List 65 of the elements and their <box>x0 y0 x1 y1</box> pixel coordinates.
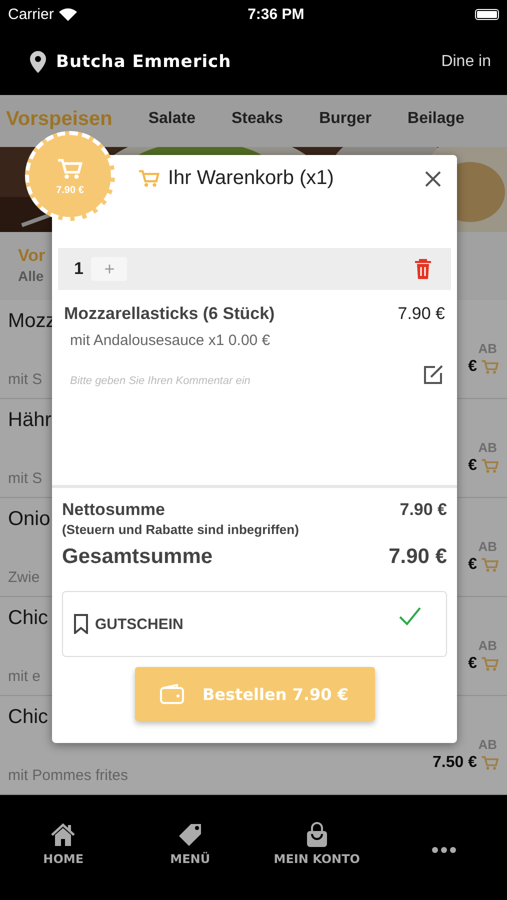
category-subtitle: Alle <box>18 268 44 284</box>
voucher-field[interactable]: GUTSCHEIN <box>62 591 447 657</box>
clock: 7:36 PM <box>248 6 304 22</box>
product-name: Chic <box>8 706 50 729</box>
product-description: mit S <box>8 470 44 487</box>
category-title: Vor <box>18 246 46 266</box>
grand-total-label: Gesamtsumme <box>62 545 213 569</box>
product-description: mit Pommes frites <box>8 767 128 784</box>
bookmark-icon <box>73 614 89 634</box>
category-tab[interactable]: Beilage <box>390 109 482 129</box>
grand-total-value: 7.90 € <box>388 545 447 569</box>
product-description: mit S <box>8 371 44 388</box>
product-price: € <box>468 556 477 574</box>
nav-item[interactable]: MEIN KONTO <box>272 822 362 900</box>
location-pin-icon <box>30 50 46 72</box>
price-prefix: AB <box>478 440 497 454</box>
product-price: € <box>468 654 477 672</box>
more-icon <box>430 846 457 854</box>
nav-item[interactable]: HOME <box>18 822 108 900</box>
product-price: € <box>468 456 477 474</box>
item-option: mit Andalousesauce x1 0.00 € <box>70 332 445 349</box>
dialog-title: Ihr Warenkorb (x1) <box>168 167 334 190</box>
net-total-value: 7.90 € <box>400 500 447 520</box>
nav-label: HOME <box>43 852 84 866</box>
restaurant-name: Butcha Emmerich <box>56 52 232 72</box>
price-prefix: AB <box>478 538 497 554</box>
product-name: Chic <box>8 607 48 630</box>
tax-note: (Steuern und Rabatte sind inbegriffen) <box>62 522 300 537</box>
product-name: Hähr <box>8 409 52 432</box>
category-tab[interactable]: Steaks <box>213 109 302 129</box>
product-description: mit e <box>8 668 42 685</box>
battery-icon <box>474 8 499 20</box>
nav-label: MENÜ <box>170 852 210 866</box>
add-to-cart-icon <box>481 656 499 672</box>
price-prefix: AB <box>478 340 497 356</box>
product-description: Zwie <box>8 569 41 586</box>
wifi-icon <box>58 8 77 20</box>
add-to-cart-icon <box>481 358 499 374</box>
quantity-value: 1 <box>74 259 84 279</box>
cart-icon <box>138 169 160 188</box>
delete-icon[interactable] <box>413 258 433 280</box>
dine-mode-label[interactable]: Dine in <box>441 52 491 70</box>
add-to-cart-icon <box>481 754 499 770</box>
tag-icon <box>177 822 204 848</box>
wallet-icon <box>160 684 184 704</box>
nav-item[interactable]: MENÜ <box>145 822 236 900</box>
carrier-label: Carrier <box>8 6 54 22</box>
net-total-label: Nettosumme <box>62 500 165 520</box>
add-to-cart-icon <box>481 556 499 572</box>
item-price: 7.90 € <box>398 304 445 324</box>
product-name: Onio <box>8 508 50 531</box>
voucher-label: GUTSCHEIN <box>95 616 184 632</box>
category-tab[interactable]: Burger <box>301 109 390 129</box>
product-price: 7.50 € <box>432 754 477 772</box>
home-icon <box>50 822 76 848</box>
price-prefix: AB <box>478 736 497 752</box>
price-prefix: AB <box>478 638 497 652</box>
add-to-cart-icon <box>481 458 499 474</box>
product-price: € <box>468 358 477 376</box>
close-button[interactable] <box>423 169 443 189</box>
edit-icon[interactable] <box>421 363 445 387</box>
nav-label: MEIN KONTO <box>274 852 360 866</box>
category-tab[interactable]: Salate <box>130 109 214 129</box>
item-name: Mozzarellasticks (6 Stück) <box>64 304 275 324</box>
comment-field[interactable]: Bitte geben Sie Ihren Kommentar ein <box>70 375 330 387</box>
